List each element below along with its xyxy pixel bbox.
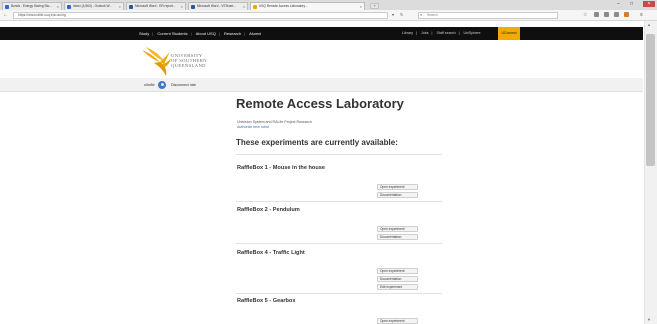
search-icon: ⌕: [420, 12, 423, 17]
nav-separator: |: [190, 31, 192, 36]
bookmark-star-icon[interactable]: ☆: [583, 12, 587, 18]
user-bar: u0w8e Disconnect rate: [0, 78, 643, 92]
nav-research[interactable]: Research: [224, 31, 241, 36]
nav-about-usq[interactable]: About USQ: [196, 31, 216, 36]
tab-close-icon[interactable]: ×: [360, 3, 362, 10]
browser-tab-strip: Bonds - Energy Saving Sto... × Inbox (4,…: [0, 0, 657, 10]
open-experiment-button[interactable]: Open experiment: [377, 184, 418, 190]
divider: [236, 201, 442, 202]
tab-close-icon[interactable]: ×: [119, 3, 121, 10]
tab-close-icon[interactable]: ×: [57, 3, 59, 10]
nav-separator: |: [152, 31, 154, 36]
tab-favicon-icon: [191, 4, 195, 9]
nav-study[interactable]: Study: [139, 31, 149, 36]
documentation-button[interactable]: Documentation: [377, 276, 418, 282]
menu-icon[interactable]: ≡: [640, 12, 643, 18]
browser-tab[interactable]: Microsoft Word - ER report... ×: [126, 2, 186, 10]
browser-toolbar: ← https://www.rallie.usq.edu.au/rig ▾ ↻ …: [0, 10, 657, 21]
new-tab-button[interactable]: +: [370, 3, 379, 9]
tab-favicon-icon: [129, 4, 133, 9]
browser-tab-active[interactable]: USQ Remote Access Laboratory... ×: [250, 2, 365, 10]
edit-experiment-button[interactable]: Edit experiment: [377, 284, 418, 290]
home-icon[interactable]: [614, 12, 619, 17]
nav-unisphere[interactable]: UniSphere: [464, 31, 481, 35]
close-window-icon[interactable]: ×: [643, 1, 655, 7]
nav-separator: |: [416, 31, 417, 35]
secondary-nav: Library | Jobs | Staff search | UniSphere: [402, 27, 484, 40]
avatar[interactable]: [158, 81, 166, 89]
url-text: https://www.rallie.usq.edu.au/rig: [18, 13, 66, 17]
url-input[interactable]: https://www.rallie.usq.edu.au/rig: [13, 12, 388, 19]
tab-label: Inbox (4,563) - Outlook W...: [73, 4, 112, 8]
nav-separator: |: [458, 31, 460, 35]
open-experiment-button[interactable]: Open experiment: [377, 318, 418, 324]
tab-label: Microsoft Word - VSTeam...: [197, 4, 236, 8]
tab-favicon-icon: [253, 4, 257, 9]
downloads-icon[interactable]: [604, 12, 609, 17]
scrollbar-thumb[interactable]: [646, 34, 655, 166]
extension-icon[interactable]: [624, 12, 629, 17]
logo-line: QUEENSLAND: [171, 63, 206, 68]
authorise-robot-link[interactable]: Authorise new robot: [237, 125, 269, 129]
nav-separator: |: [431, 31, 433, 35]
tab-close-icon[interactable]: ×: [243, 3, 245, 10]
nav-separator: |: [218, 31, 220, 36]
uconnect-link[interactable]: UConnect: [498, 27, 520, 40]
experiment-title: RaffleBox 1 - Mouse in the house: [237, 165, 325, 171]
documentation-button[interactable]: Documentation: [377, 234, 418, 240]
usq-logo-text: UNIVERSITY OF SOUTHERN QUEENSLAND: [171, 53, 207, 68]
divider: [236, 243, 442, 244]
primary-nav: Study | Current Students | About USQ | Rese…: [139, 27, 264, 40]
tab-label: Bonds - Energy Saving Sto...: [11, 4, 52, 8]
search-input[interactable]: Search: [418, 12, 558, 19]
nav-separator: |: [244, 31, 246, 36]
experiments-heading: These experiments are currently availabl…: [236, 138, 398, 147]
nav-alumni[interactable]: Alumni: [249, 31, 261, 36]
tab-favicon-icon: [67, 4, 71, 9]
reload-icon[interactable]: ↻: [400, 12, 403, 17]
experiment-title: RaffleBox 4 - Traffic Light: [237, 250, 305, 256]
reading-list-icon[interactable]: [594, 12, 599, 17]
tab-favicon-icon: [5, 4, 9, 9]
experiment-title: RaffleBox 2 - Pendulum: [237, 207, 300, 213]
nav-current-students[interactable]: Current Students: [157, 31, 187, 36]
browser-tab[interactable]: Inbox (4,563) - Outlook W... ×: [64, 2, 124, 10]
scroll-up-icon[interactable]: ▲: [647, 22, 651, 27]
documentation-button[interactable]: Documentation: [377, 192, 418, 198]
tab-label: Microsoft Word - ER report...: [135, 4, 176, 8]
minimize-icon[interactable]: –: [617, 1, 620, 7]
open-experiment-button[interactable]: Open experiment: [377, 226, 418, 232]
tab-close-icon[interactable]: ×: [181, 3, 183, 10]
site-nav-bar: Study | Current Students | About USQ | Rese…: [0, 27, 643, 40]
page-title: Remote Access Laboratory: [236, 96, 404, 111]
divider: [236, 154, 442, 155]
open-experiment-button[interactable]: Open experiment: [377, 268, 418, 274]
nav-library[interactable]: Library: [402, 31, 413, 35]
back-icon[interactable]: ←: [3, 12, 8, 18]
experiment-title: RaffleBox 5 - Gearbox: [237, 298, 296, 304]
maximize-icon[interactable]: □: [630, 1, 633, 7]
page-subtitle: Univision System and RALfie Project Rese…: [237, 120, 312, 124]
username-label: u0w8e: [144, 83, 155, 87]
search-placeholder: Search: [427, 13, 438, 17]
tab-label: USQ Remote Access Laboratory...: [259, 4, 308, 8]
nav-staff-search[interactable]: Staff search: [436, 31, 455, 35]
scroll-down-icon[interactable]: ▼: [647, 317, 651, 322]
disconnect-link[interactable]: Disconnect rate: [171, 78, 196, 92]
nav-jobs[interactable]: Jobs: [421, 31, 429, 35]
dropdown-icon[interactable]: ▾: [392, 12, 394, 17]
divider: [236, 293, 442, 294]
browser-tab[interactable]: Microsoft Word - VSTeam... ×: [188, 2, 248, 10]
browser-tab[interactable]: Bonds - Energy Saving Sto... ×: [2, 2, 62, 10]
